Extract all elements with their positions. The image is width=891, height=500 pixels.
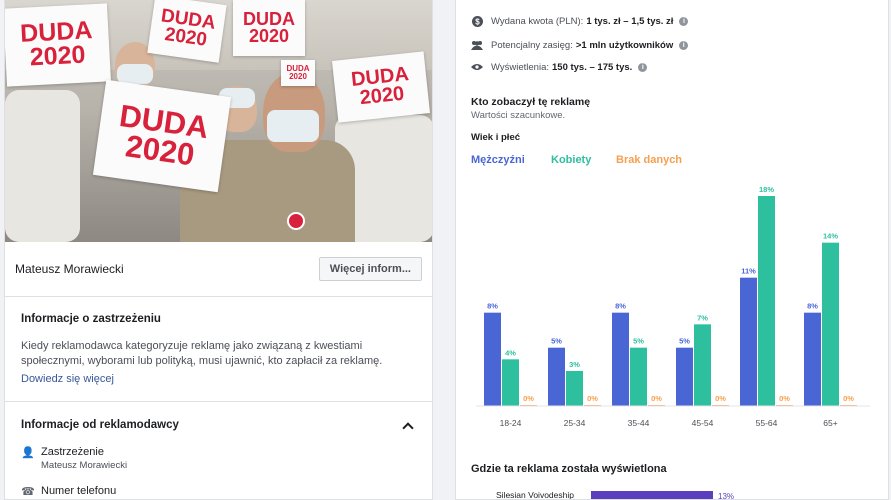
stat-impressions: Wyświetlenia: 150 tys. – 175 tys. i bbox=[471, 61, 648, 73]
audience-subtitle: Wartości szacunkowe. bbox=[471, 110, 566, 121]
disclaimer-section: Informacje o zastrzeżeniu Kiedy reklamod… bbox=[5, 297, 432, 387]
legend-unknown[interactable]: Brak danych bbox=[616, 154, 682, 166]
x-tick-label: 55-64 bbox=[756, 418, 778, 428]
info-icon[interactable]: i bbox=[679, 16, 689, 26]
chart-bar bbox=[566, 371, 583, 406]
sign-text: 2020 bbox=[163, 24, 209, 51]
campaign-badge bbox=[287, 212, 305, 230]
stat-value: >1 mln użytkowników bbox=[575, 39, 674, 51]
sign-text: 2020 bbox=[289, 72, 307, 81]
ad-image: DUDA 2020 DUDA 2020 DUDA 2020 DUDA 2020 … bbox=[5, 0, 432, 242]
campaign-sign: DUDA 2020 bbox=[5, 3, 111, 87]
x-tick-label: 65+ bbox=[823, 418, 837, 428]
eye-icon bbox=[471, 61, 483, 73]
chart-bar bbox=[822, 242, 839, 406]
bar-value-label: 8% bbox=[807, 302, 818, 311]
ad-preview-panel: DUDA 2020 DUDA 2020 DUDA 2020 DUDA 2020 … bbox=[4, 0, 433, 500]
advertiser-info-header[interactable]: Informacje od reklamodawcy bbox=[5, 402, 432, 434]
age-gender-title: Wiek i płeć bbox=[471, 132, 521, 143]
bar-value-label: 0% bbox=[779, 394, 790, 403]
chart-bar bbox=[804, 312, 821, 406]
stat-label: Potencjalny zasięg: bbox=[491, 39, 573, 51]
bar-value-label: 0% bbox=[587, 394, 598, 403]
bar-value-label: 5% bbox=[679, 337, 690, 346]
stat-spend: $ Wydana kwota (PLN): 1 tys. zł – 1,5 ty… bbox=[471, 15, 689, 27]
sign-text: 2020 bbox=[248, 26, 290, 46]
people-icon bbox=[471, 39, 483, 51]
chart-bar bbox=[740, 277, 757, 406]
legend-men[interactable]: Mężczyźni bbox=[471, 154, 525, 166]
face-mask bbox=[267, 110, 319, 142]
stat-reach: Potencjalny zasięg: >1 mln użytkowników … bbox=[471, 39, 689, 51]
bar-value-label: 0% bbox=[843, 394, 854, 403]
audience-title: Kto zobaczył tę reklamę bbox=[471, 96, 591, 108]
person-icon: 👤 bbox=[21, 447, 35, 459]
campaign-sign: DUDA 2020 bbox=[147, 0, 227, 63]
stat-label: Wyświetlenia: bbox=[491, 61, 549, 73]
disclaimer-title: Informacje o zastrzeżeniu bbox=[21, 313, 161, 325]
info-label: Zastrzeżenie bbox=[41, 446, 104, 458]
stat-label: Wydana kwota (PLN): bbox=[491, 15, 584, 27]
bar-value-label: 18% bbox=[759, 185, 774, 194]
more-info-button[interactable]: Więcej inform... bbox=[318, 257, 422, 281]
campaign-sign: DUDA 2020 bbox=[233, 0, 305, 56]
placement-title: Gdzie ta reklama została wyświetlona bbox=[471, 463, 667, 475]
age-gender-chart: 8% 4% 0% 18-24 5% 3% 0% 25-34 8% 5% 0% 35-44 5% 7% 0% 4… bbox=[476, 185, 870, 428]
info-icon[interactable]: i bbox=[679, 40, 689, 50]
chart-bar bbox=[676, 347, 693, 406]
ad-stats-panel: $ Wydana kwota (PLN): 1 tys. zł – 1,5 ty… bbox=[455, 0, 889, 500]
learn-more-link[interactable]: Dowiedz się więcej bbox=[21, 373, 114, 385]
chart-bar bbox=[612, 312, 629, 406]
advertiser-info-item: ☎ Numer telefonu bbox=[5, 485, 432, 499]
bar-value-label: 5% bbox=[551, 337, 562, 346]
sign-text: 2020 bbox=[358, 82, 406, 110]
svg-text:$: $ bbox=[475, 17, 480, 26]
placement-value: 13% bbox=[718, 492, 735, 500]
legend-women[interactable]: Kobiety bbox=[551, 154, 591, 166]
placement-bar bbox=[591, 491, 713, 499]
bar-value-label: 14% bbox=[823, 232, 838, 241]
chart-bar bbox=[502, 359, 519, 406]
bar-value-label: 0% bbox=[715, 394, 726, 403]
info-value: Mateusz Morawiecki bbox=[41, 460, 128, 471]
x-tick-label: 45-54 bbox=[692, 418, 714, 428]
bar-value-label: 8% bbox=[487, 302, 498, 311]
placement-label: Silesian Voivodeship bbox=[496, 490, 574, 500]
bar-value-label: 0% bbox=[523, 394, 534, 403]
bar-value-label: 7% bbox=[697, 313, 708, 322]
info-label: Numer telefonu bbox=[41, 485, 117, 497]
chart-bar bbox=[694, 324, 711, 406]
advertiser-info-title: Informacje od reklamodawcy bbox=[21, 419, 179, 431]
x-tick-label: 18-24 bbox=[500, 418, 522, 428]
campaign-sign: DUDA 2020 bbox=[281, 60, 315, 86]
x-tick-label: 35-44 bbox=[628, 418, 650, 428]
bar-value-label: 8% bbox=[615, 302, 626, 311]
disclaimer-body: Kiedy reklamodawca kategoryzuje reklamę … bbox=[21, 340, 383, 367]
bar-value-label: 3% bbox=[569, 360, 580, 369]
stat-value: 1 tys. zł – 1,5 tys. zł bbox=[586, 15, 674, 27]
stat-value: 150 tys. – 175 tys. bbox=[552, 61, 633, 73]
bar-value-label: 5% bbox=[633, 337, 644, 346]
campaign-sign: DUDA 2020 bbox=[332, 51, 430, 123]
info-icon[interactable]: i bbox=[638, 62, 648, 72]
campaign-sign: DUDA 2020 bbox=[92, 79, 232, 193]
chart-bar bbox=[758, 196, 775, 406]
x-tick-label: 25-34 bbox=[564, 418, 586, 428]
chart-bar bbox=[548, 347, 565, 406]
bus-seat bbox=[5, 90, 80, 242]
dollar-icon: $ bbox=[471, 15, 483, 27]
advertiser-row: Mateusz Morawiecki Więcej inform... bbox=[5, 242, 432, 297]
chart-bar bbox=[630, 347, 647, 406]
chevron-up-icon[interactable] bbox=[402, 422, 414, 434]
chart-bar bbox=[484, 312, 501, 406]
bar-value-label: 0% bbox=[651, 394, 662, 403]
phone-icon: ☎ bbox=[21, 486, 35, 498]
advertiser-name: Mateusz Morawiecki bbox=[15, 262, 124, 276]
bar-value-label: 11% bbox=[741, 267, 756, 276]
sign-text: 2020 bbox=[29, 40, 87, 72]
bar-value-label: 4% bbox=[505, 348, 516, 357]
sign-text: 2020 bbox=[123, 128, 197, 173]
advertiser-info-item: 👤 Zastrzeżenie Mateusz Morawiecki bbox=[5, 446, 432, 471]
